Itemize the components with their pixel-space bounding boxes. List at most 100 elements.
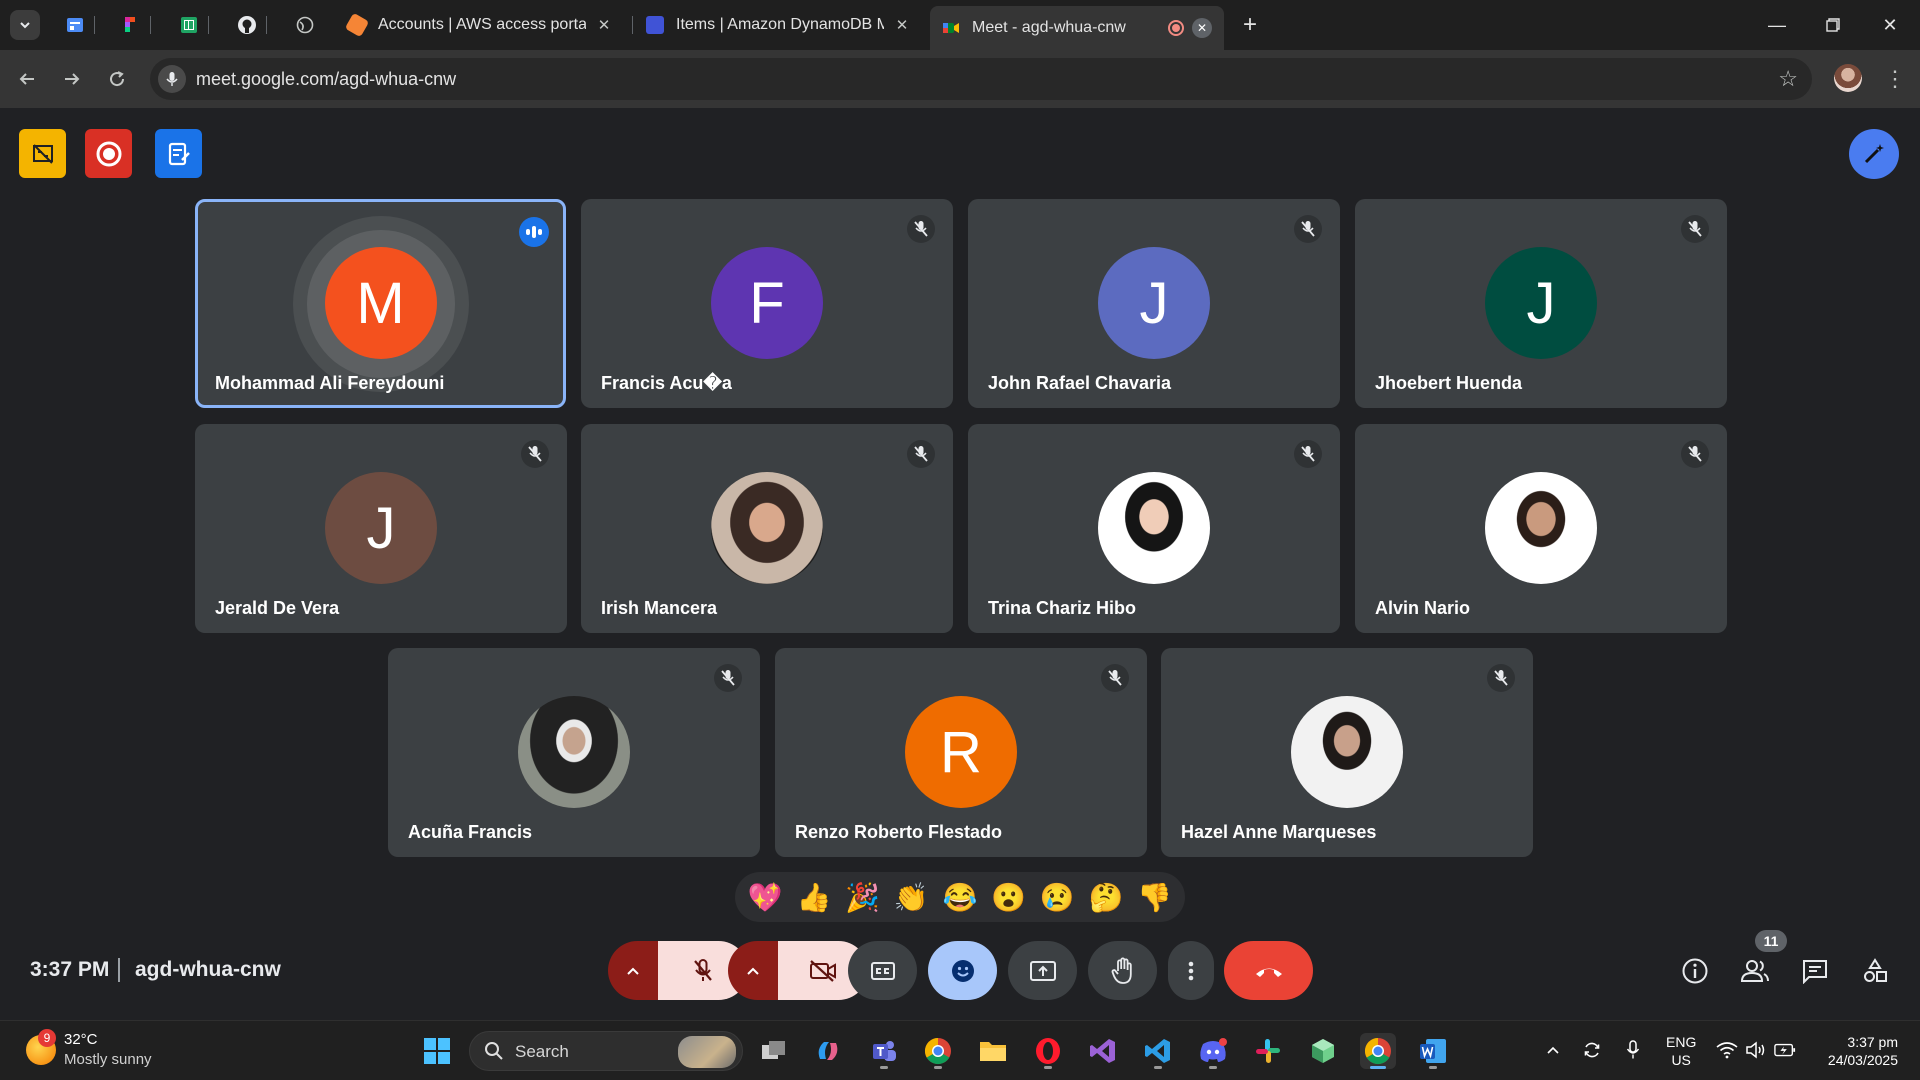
taskbar-slack[interactable] (1250, 1033, 1286, 1069)
participant-tile[interactable]: J Jerald De Vera (195, 424, 567, 633)
slides-extension-button[interactable] (19, 129, 66, 178)
tab-search-button[interactable] (10, 10, 40, 40)
reaction-surprised[interactable]: 😮 (989, 881, 1029, 914)
video-options-button[interactable] (728, 941, 778, 1000)
audio-options-button[interactable] (608, 941, 658, 1000)
participant-tile[interactable]: Irish Mancera (581, 424, 953, 633)
participant-name: Acuña Francis (408, 822, 533, 842)
close-window-button[interactable]: ✕ (1870, 8, 1910, 42)
mic-off-icon (1294, 215, 1322, 243)
browser-tab-strip: Accounts | AWS access portal ✕ Items | A… (0, 0, 1920, 50)
address-bar[interactable]: meet.google.com/agd-whua-cnw ☆ (150, 58, 1812, 100)
taskbar-opera[interactable] (1030, 1033, 1066, 1069)
sync-tray-icon[interactable] (1581, 1039, 1603, 1061)
present-screen-button[interactable] (1008, 941, 1077, 1000)
reactions-button[interactable] (928, 941, 997, 1000)
taskbar-app-cube[interactable] (1305, 1033, 1341, 1069)
taskbar-chrome-profile-1[interactable] (920, 1033, 956, 1069)
microphone-tray-icon[interactable] (1622, 1039, 1644, 1061)
taskbar-chrome-profile-2[interactable] (1360, 1033, 1396, 1069)
mic-off-icon (1487, 664, 1515, 692)
taskbar-clock[interactable]: 3:37 pm 24/03/2025 (1818, 1033, 1898, 1069)
profile-avatar[interactable] (1834, 64, 1862, 92)
mic-off-icon (907, 440, 935, 468)
participant-tile[interactable]: M Mohammad Ali Fereydouni (195, 199, 566, 408)
pinned-tab-web[interactable] (291, 11, 319, 39)
reaction-crying[interactable]: 😢 (1037, 881, 1077, 914)
taskbar-discord[interactable] (1195, 1033, 1231, 1069)
tab-google-meet[interactable]: Meet - agd-whua-cnw ✕ (930, 6, 1224, 50)
close-tab-icon[interactable]: ✕ (892, 15, 912, 35)
battery-tray-icon[interactable] (1774, 1039, 1796, 1061)
slack-icon (1256, 1039, 1280, 1063)
tab-dynamodb-items[interactable]: Items | Amazon DynamoDB Ma ✕ (634, 8, 924, 42)
reaction-party-popper[interactable]: 🎉 (843, 881, 883, 914)
more-options-button[interactable] (1168, 941, 1214, 1000)
copilot-icon (818, 1042, 838, 1060)
recording-button[interactable] (85, 129, 132, 178)
reaction-sparkling-heart[interactable]: 💖 (745, 881, 785, 914)
notes-extension-button[interactable] (155, 129, 202, 178)
taskbar-file-explorer[interactable] (975, 1033, 1011, 1069)
reactions-bar: 💖 👍 🎉 👏 😂 😮 😢 🤔 👎 (735, 872, 1185, 922)
reaction-thumbs-down[interactable]: 👎 (1135, 881, 1175, 914)
leave-call-button[interactable] (1224, 941, 1313, 1000)
people-icon (1740, 960, 1769, 982)
participant-tile[interactable]: Alvin Nario (1355, 424, 1727, 633)
chevron-down-icon (20, 22, 30, 29)
taskbar-copilot[interactable] (810, 1033, 846, 1069)
bookmark-star-icon[interactable]: ☆ (1778, 66, 1798, 92)
weather-widget[interactable]: 9 32°C Mostly sunny (20, 1025, 170, 1077)
wifi-tray-icon[interactable] (1716, 1039, 1738, 1061)
aws-icon (344, 12, 370, 38)
participant-tile[interactable]: Trina Chariz Hibo (968, 424, 1340, 633)
tab-title: Accounts | AWS access portal (378, 16, 586, 33)
pinned-tab-sheets[interactable] (175, 11, 203, 39)
input-language-indicator[interactable]: ENG US (1666, 1033, 1696, 1069)
folder-icon (980, 1042, 1006, 1061)
participant-tile[interactable]: Hazel Anne Marqueses (1161, 648, 1533, 857)
raise-hand-button[interactable] (1088, 941, 1157, 1000)
reaction-thumbs-up[interactable]: 👍 (794, 881, 834, 914)
show-hidden-icons-button[interactable] (1542, 1039, 1564, 1061)
reaction-thinking[interactable]: 🤔 (1086, 881, 1126, 914)
captions-button[interactable] (848, 941, 917, 1000)
people-button[interactable] (1735, 951, 1775, 991)
participant-tile[interactable]: R Renzo Roberto Flestado (775, 648, 1147, 857)
taskbar-search[interactable]: Search (469, 1031, 743, 1071)
taskbar-visual-studio[interactable] (1085, 1033, 1121, 1069)
volume-tray-icon[interactable] (1745, 1039, 1767, 1061)
pinned-tab-figma[interactable] (117, 11, 145, 39)
close-tab-icon[interactable]: ✕ (594, 15, 614, 35)
minimize-button[interactable]: — (1757, 8, 1797, 42)
taskbar-teams[interactable] (866, 1033, 902, 1069)
activities-button[interactable] (1855, 951, 1895, 991)
participant-tile[interactable]: Acuña Francis (388, 648, 760, 857)
tab-aws-access-portal[interactable]: Accounts | AWS access portal ✕ (336, 8, 626, 42)
closed-captions-icon (870, 961, 895, 980)
reload-button[interactable] (100, 62, 134, 96)
taskbar-word[interactable] (1415, 1033, 1451, 1069)
reaction-clapping[interactable]: 👏 (891, 881, 931, 914)
mic-off-icon (1294, 440, 1322, 468)
taskbar-vscode[interactable] (1140, 1033, 1176, 1069)
back-button[interactable] (10, 62, 44, 96)
forward-button[interactable] (55, 62, 89, 96)
participant-tile[interactable]: J Jhoebert Huenda (1355, 199, 1727, 408)
meeting-details-button[interactable] (1675, 951, 1715, 991)
gemini-button[interactable] (1849, 129, 1899, 179)
browser-menu-button[interactable]: ⋮ (1880, 62, 1910, 96)
more-vertical-icon (1188, 961, 1194, 980)
participant-tile[interactable]: J John Rafael Chavaria (968, 199, 1340, 408)
participant-tile[interactable]: F Francis Acu�a (581, 199, 953, 408)
pinned-tab-github[interactable] (233, 11, 261, 39)
close-tab-icon[interactable]: ✕ (1192, 18, 1212, 38)
reaction-joy[interactable]: 😂 (940, 881, 980, 914)
start-button[interactable] (419, 1033, 455, 1069)
microphone-site-icon[interactable] (158, 65, 186, 93)
task-view-button[interactable] (756, 1033, 792, 1069)
pinned-tab-sheets-forms[interactable] (61, 11, 89, 39)
new-tab-button[interactable]: + (1236, 11, 1264, 39)
restore-button[interactable] (1813, 8, 1853, 42)
chat-button[interactable] (1795, 951, 1835, 991)
